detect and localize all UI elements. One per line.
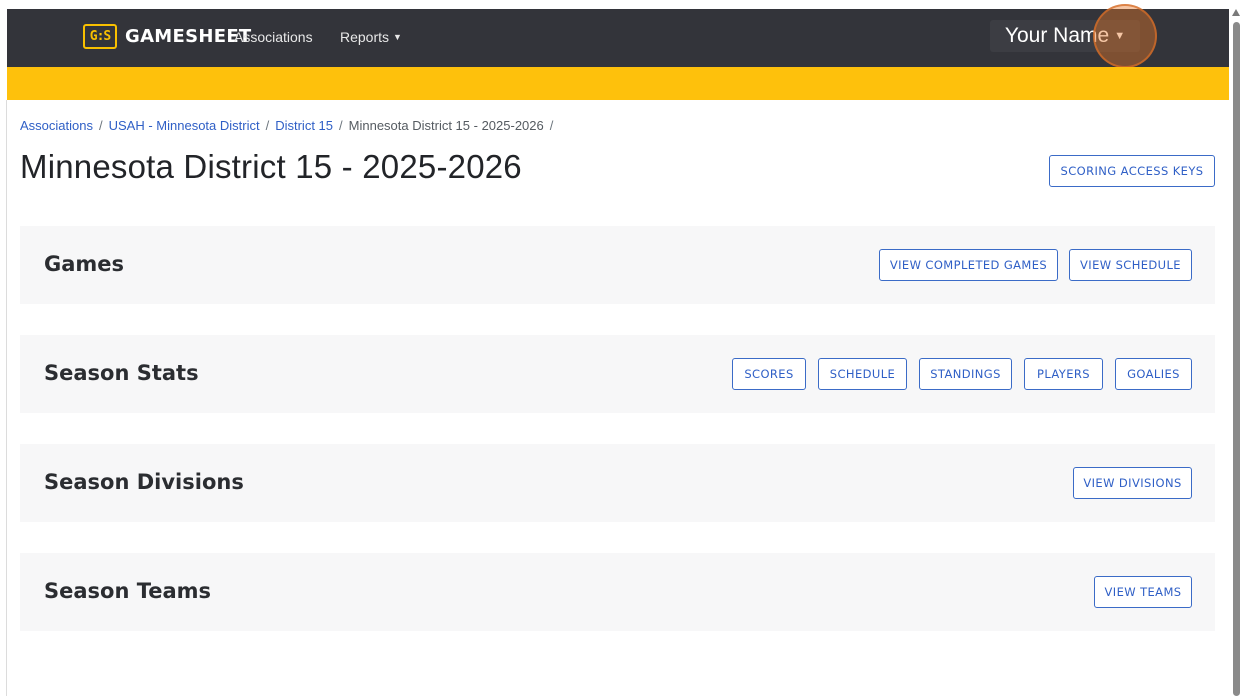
brand[interactable]: G:S GAMESHEET <box>83 24 252 49</box>
breadcrumb-current: Minnesota District 15 - 2025-2026 <box>348 118 544 133</box>
breadcrumb-link-usah-minnesota[interactable]: USAH - Minnesota District <box>109 118 260 133</box>
season-teams-panel-title: Season Teams <box>44 579 212 603</box>
scores-button[interactable]: SCORES <box>732 358 806 390</box>
breadcrumb-separator: / <box>339 118 343 133</box>
caret-down-icon: ▼ <box>393 32 402 42</box>
view-schedule-button[interactable]: VIEW SCHEDULE <box>1069 249 1192 281</box>
season-divisions-panel: Season Divisions <box>20 444 1215 522</box>
breadcrumb-separator: / <box>265 118 270 133</box>
breadcrumb-link-associations[interactable]: Associations <box>20 118 93 133</box>
caret-down-icon: ▼ <box>1114 30 1126 42</box>
season-divisions-panel-title: Season Divisions <box>44 470 244 494</box>
view-divisions-button[interactable]: VIEW DIVISIONS <box>1073 467 1192 499</box>
user-name-label: Your Name <box>1004 24 1110 47</box>
brand-name: GAMESHEET <box>125 26 252 47</box>
season-stats-panel-title: Season Stats <box>44 361 199 385</box>
top-strip <box>0 0 1244 9</box>
page-title: Minnesota District 15 - 2025-2026 <box>20 148 522 185</box>
nav-link-associations[interactable]: Associations <box>234 29 313 45</box>
standings-button[interactable]: STANDINGS <box>919 358 1012 390</box>
nav-link-reports-label: Reports <box>340 29 390 45</box>
user-menu-button[interactable]: Your Name ▼ <box>990 20 1140 52</box>
breadcrumb-separator: / <box>98 118 103 133</box>
goalies-button[interactable]: GOALIES <box>1115 358 1192 390</box>
scroll-up-arrow-icon[interactable] <box>1232 9 1240 16</box>
nav-link-associations-label: Associations <box>234 29 313 45</box>
view-teams-button[interactable]: VIEW TEAMS <box>1094 576 1192 608</box>
scrollbar-thumb[interactable] <box>1233 22 1240 696</box>
breadcrumb: Associations / USAH - Minnesota District / D… <box>20 118 559 133</box>
season-teams-panel: Season Teams <box>20 553 1215 631</box>
accent-bar <box>7 67 1229 100</box>
nav-link-reports[interactable]: Reports ▼ <box>340 29 402 45</box>
left-border-line <box>6 100 7 696</box>
breadcrumb-link-district-15[interactable]: District 15 <box>275 118 333 133</box>
gamesheet-logo-icon: G:S <box>83 24 117 49</box>
players-button[interactable]: PLAYERS <box>1024 358 1103 390</box>
breadcrumb-separator: / <box>549 118 554 133</box>
schedule-button[interactable]: SCHEDULE <box>818 358 907 390</box>
top-navbar: G:S GAMESHEET Associations Reports ▼ You… <box>7 9 1229 67</box>
scoring-access-keys-button[interactable]: SCORING ACCESS KEYS <box>1049 155 1215 187</box>
view-completed-games-button[interactable]: VIEW COMPLETED GAMES <box>879 249 1058 281</box>
games-panel-title: Games <box>44 252 125 276</box>
